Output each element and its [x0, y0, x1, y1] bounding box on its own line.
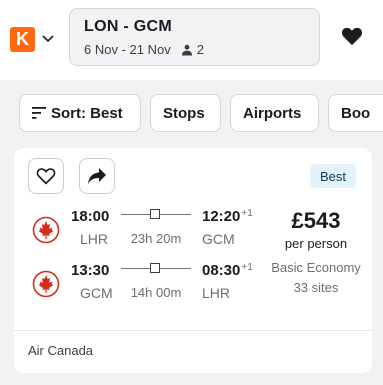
filter-stops[interactable]: Stops: [150, 94, 221, 132]
save-flight-button[interactable]: [28, 158, 64, 194]
sort-button[interactable]: Sort: Best: [19, 94, 141, 132]
best-badge: Best: [310, 164, 357, 188]
heart-outline-icon: [36, 168, 56, 185]
arrival-airport: LHR: [202, 285, 231, 301]
return-leg: 13:30 GCM 14h 00m 08:30+1 LHR: [14, 262, 274, 312]
trip-meta: 6 Nov - 21 Nov 2: [84, 42, 305, 57]
heart-icon[interactable]: [341, 26, 363, 46]
arrival-time: 12:20+1: [202, 208, 253, 225]
stop-marker: [150, 263, 160, 273]
filter-bar: Sort: Best Stops Airports Boo: [0, 94, 383, 134]
outbound-leg: 18:00 LHR 23h 20m 12:20+1 GCM: [14, 208, 274, 258]
departure-time: 13:30: [71, 262, 110, 279]
airline-name: Air Canada: [28, 343, 94, 358]
sort-icon: [32, 107, 46, 119]
search-summary[interactable]: LON - GCM 6 Nov - 21 Nov 2: [69, 8, 320, 66]
flight-duration: 23h 20m: [130, 231, 182, 246]
divider: [14, 330, 372, 331]
departure-airport: LHR: [80, 231, 109, 247]
route-title: LON - GCM: [84, 18, 173, 35]
stop-marker: [150, 209, 160, 219]
sites-count[interactable]: 33 sites: [266, 280, 366, 295]
day-offset: +1: [241, 208, 253, 219]
arrival-airport: GCM: [202, 231, 235, 247]
sort-label: Sort: Best: [51, 104, 123, 122]
flight-result-card[interactable]: Best 18:00 LHR 23h 20m 12:20+1 GCM 13:30…: [14, 148, 372, 373]
departure-airport: GCM: [80, 285, 113, 301]
arrival-time: 08:30+1: [202, 262, 253, 279]
top-bar: K LON - GCM 6 Nov - 21 Nov 2: [0, 0, 383, 80]
share-arrow-icon: [88, 168, 106, 184]
air-canada-maple-leaf-icon: [32, 270, 60, 298]
filter-booking[interactable]: Boo: [328, 94, 383, 132]
traveller-count: 2: [196, 42, 204, 57]
flight-duration: 14h 00m: [130, 285, 182, 300]
air-canada-maple-leaf-icon: [32, 216, 60, 244]
person-icon: [181, 44, 192, 55]
price: £543: [291, 208, 341, 233]
chevron-down-icon[interactable]: [40, 30, 56, 46]
day-offset: +1: [241, 262, 253, 273]
trip-dates: 6 Nov - 21 Nov: [84, 42, 171, 57]
share-button[interactable]: [79, 158, 115, 194]
price-note: per person: [284, 236, 348, 251]
kayak-logo[interactable]: K: [10, 27, 35, 52]
cabin-class: Basic Economy: [271, 260, 361, 275]
filter-airports[interactable]: Airports: [230, 94, 319, 132]
departure-time: 18:00: [71, 208, 110, 225]
